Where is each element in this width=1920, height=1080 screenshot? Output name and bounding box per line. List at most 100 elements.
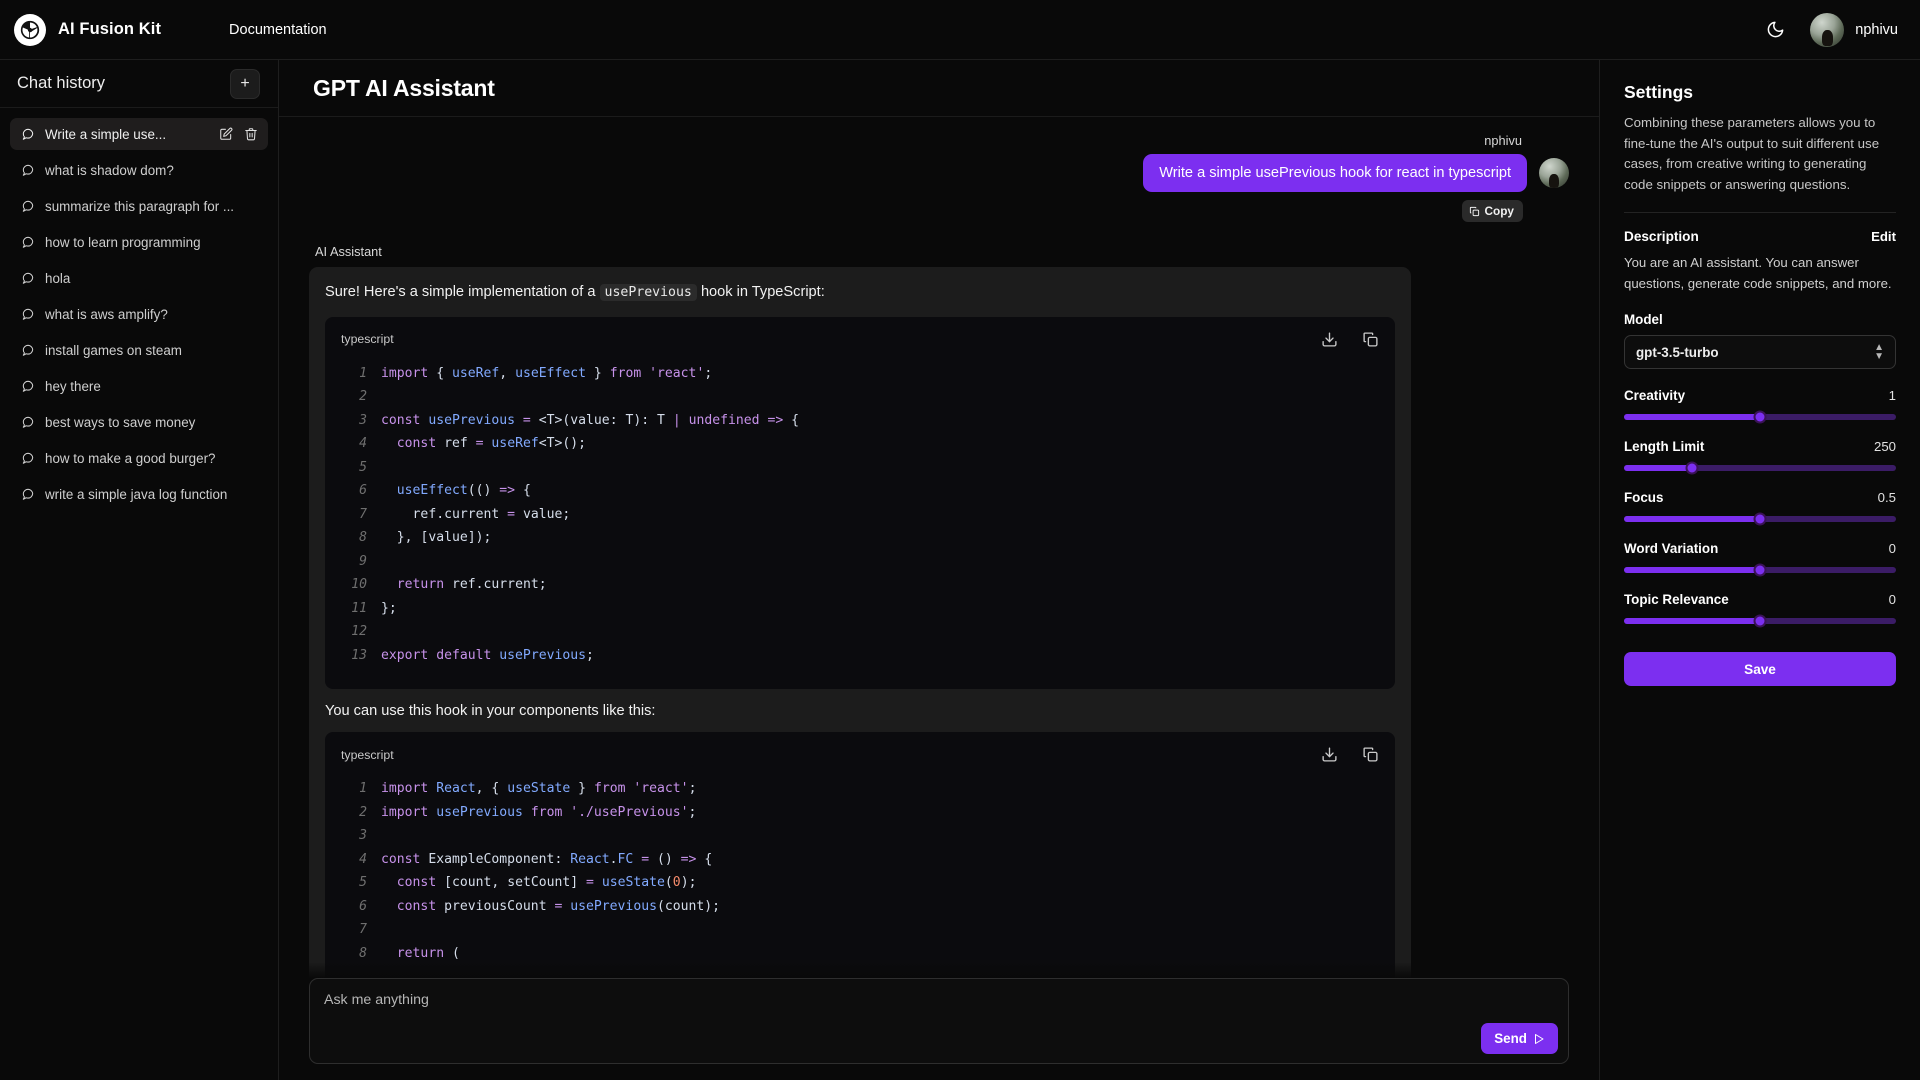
user-menu[interactable]: nphivu bbox=[1810, 13, 1898, 47]
chat-bubble-glyph-icon bbox=[21, 127, 35, 141]
composer: Ask me anything Send bbox=[279, 978, 1599, 1080]
code-block-2-actions bbox=[1321, 746, 1379, 763]
app-logo-icon bbox=[14, 14, 46, 46]
settings-description: Combining these parameters allows you to… bbox=[1624, 113, 1896, 195]
slider-header: Creativity1 bbox=[1624, 388, 1896, 403]
chat-bubble-glyph-icon bbox=[21, 271, 35, 285]
send-button-label: Send bbox=[1494, 1031, 1527, 1046]
chat-history-item[interactable]: summarize this paragraph for ... bbox=[10, 190, 268, 222]
chat-history-item-label: best ways to save money bbox=[45, 415, 258, 430]
scroll-fade bbox=[279, 962, 1599, 978]
save-button[interactable]: Save bbox=[1624, 652, 1896, 686]
chat-bubble-glyph-icon bbox=[21, 415, 35, 429]
assistant-intro-text: Sure! Here's a simple implementation of … bbox=[325, 282, 1395, 304]
chat-history-item[interactable]: hola bbox=[10, 262, 268, 294]
slider-knob[interactable] bbox=[1754, 411, 1767, 424]
slider-header: Length Limit250 bbox=[1624, 439, 1896, 454]
copy-code-glyph-icon-2 bbox=[1362, 746, 1379, 763]
nav-link-documentation[interactable]: Documentation bbox=[229, 22, 327, 38]
assistant-card: Sure! Here's a simple implementation of … bbox=[309, 267, 1411, 978]
body-layout: Chat history + Write a simple use...what… bbox=[0, 60, 1920, 1080]
slider-length-limit[interactable]: Length Limit250 bbox=[1624, 439, 1896, 471]
code-block-1-content: 1import { useRef, useEffect } from 'reac… bbox=[325, 358, 1395, 690]
topbar-right: nphivu bbox=[1762, 13, 1898, 47]
chat-history-item[interactable]: install games on steam bbox=[10, 334, 268, 366]
copy-code-icon-2[interactable] bbox=[1362, 746, 1379, 763]
chat-bubble-icon bbox=[21, 199, 35, 213]
send-button[interactable]: Send bbox=[1481, 1023, 1558, 1054]
chat-bubble-glyph-icon bbox=[21, 307, 35, 321]
slider-focus[interactable]: Focus0.5 bbox=[1624, 490, 1896, 522]
chat-history-item[interactable]: how to make a good burger? bbox=[10, 442, 268, 474]
slider-label: Topic Relevance bbox=[1624, 592, 1729, 607]
inline-code-useprevious: usePrevious bbox=[600, 284, 697, 301]
chat-history-item-label: write a simple java log function bbox=[45, 487, 258, 502]
slider-fill bbox=[1624, 618, 1760, 624]
chat-history-item-label: how to learn programming bbox=[45, 235, 258, 250]
chat-history-item[interactable]: Write a simple use... bbox=[10, 118, 268, 150]
download-icon[interactable] bbox=[1321, 331, 1338, 348]
chat-history-item-label: hey there bbox=[45, 379, 258, 394]
slider-creativity[interactable]: Creativity1 bbox=[1624, 388, 1896, 420]
slider-header: Topic Relevance0 bbox=[1624, 592, 1896, 607]
edit-chat-icon[interactable] bbox=[219, 127, 233, 141]
slider-track[interactable] bbox=[1624, 516, 1896, 522]
slider-knob[interactable] bbox=[1754, 615, 1767, 628]
chat-history-item-label: hola bbox=[45, 271, 258, 286]
chevron-updown-icon: ▲▼ bbox=[1874, 343, 1884, 361]
settings-panel: Settings Combining these parameters allo… bbox=[1600, 60, 1920, 1080]
chat-bubble-icon bbox=[21, 379, 35, 393]
slider-knob[interactable] bbox=[1686, 462, 1699, 475]
chat-history-item[interactable]: what is aws amplify? bbox=[10, 298, 268, 330]
slider-word-variation[interactable]: Word Variation 0 bbox=[1624, 541, 1896, 573]
slider-value: 250 bbox=[1874, 439, 1896, 454]
code-language-label-2: typescript bbox=[341, 748, 394, 762]
edit-glyph-icon bbox=[219, 127, 233, 141]
brand[interactable]: AI Fusion Kit bbox=[14, 14, 161, 46]
model-select[interactable]: gpt-3.5-turbo ▲▼ bbox=[1624, 335, 1896, 369]
slider-header: Word Variation 0 bbox=[1624, 541, 1896, 556]
slider-topic-relevance[interactable]: Topic Relevance0 bbox=[1624, 592, 1896, 624]
copy-code-glyph-icon bbox=[1362, 331, 1379, 348]
chat-history-item[interactable]: hey there bbox=[10, 370, 268, 402]
chat-history-item[interactable]: how to learn programming bbox=[10, 226, 268, 258]
chat-bubble-glyph-icon bbox=[21, 487, 35, 501]
slider-track[interactable] bbox=[1624, 414, 1896, 420]
delete-chat-icon[interactable] bbox=[244, 127, 258, 141]
model-select-value: gpt-3.5-turbo bbox=[1636, 345, 1719, 360]
user-message-bubble: Write a simple usePrevious hook for reac… bbox=[1143, 154, 1527, 192]
new-chat-button[interactable]: + bbox=[230, 69, 260, 99]
slider-track[interactable] bbox=[1624, 465, 1896, 471]
chat-bubble-icon bbox=[21, 235, 35, 249]
chat-bubble-icon bbox=[21, 487, 35, 501]
chat-scroll-area[interactable]: nphivu Write a simple usePrevious hook f… bbox=[279, 117, 1599, 978]
chat-history-item[interactable]: write a simple java log function bbox=[10, 478, 268, 510]
chat-history-item[interactable]: what is shadow dom? bbox=[10, 154, 268, 186]
user-message: nphivu Write a simple usePrevious hook f… bbox=[309, 133, 1569, 222]
code-block-1-header: typescript bbox=[325, 317, 1395, 358]
chat-history-item[interactable]: best ways to save money bbox=[10, 406, 268, 438]
slider-track[interactable] bbox=[1624, 618, 1896, 624]
copy-code-icon[interactable] bbox=[1362, 331, 1379, 348]
model-label: Model bbox=[1624, 312, 1896, 327]
message-input[interactable]: Ask me anything Send bbox=[309, 978, 1569, 1064]
slider-knob[interactable] bbox=[1754, 513, 1767, 526]
slider-value: 0 bbox=[1889, 541, 1896, 556]
chat-bubble-glyph-icon bbox=[21, 163, 35, 177]
edit-description-button[interactable]: Edit bbox=[1871, 229, 1896, 244]
slider-knob[interactable] bbox=[1754, 564, 1767, 577]
copy-button[interactable]: Copy bbox=[1462, 200, 1524, 222]
slider-label: Word Variation bbox=[1624, 541, 1718, 556]
app-root: AI Fusion Kit Documentation nphivu Chat … bbox=[0, 0, 1920, 1080]
logo-glyph-icon bbox=[20, 20, 40, 40]
assistant-intro-b: hook in TypeScript: bbox=[701, 284, 825, 300]
download-icon-2[interactable] bbox=[1321, 746, 1338, 763]
chat-bubble-glyph-icon bbox=[21, 235, 35, 249]
download-glyph-icon bbox=[1321, 331, 1338, 348]
slider-track[interactable] bbox=[1624, 567, 1896, 573]
settings-sliders: Creativity1 Length Limit250 Focus0.5 Word V… bbox=[1624, 388, 1896, 624]
code-block-2-header: typescript bbox=[325, 732, 1395, 773]
assistant-name: AI Assistant bbox=[315, 244, 1569, 259]
moon-icon[interactable] bbox=[1762, 17, 1788, 43]
slider-fill bbox=[1624, 567, 1760, 573]
